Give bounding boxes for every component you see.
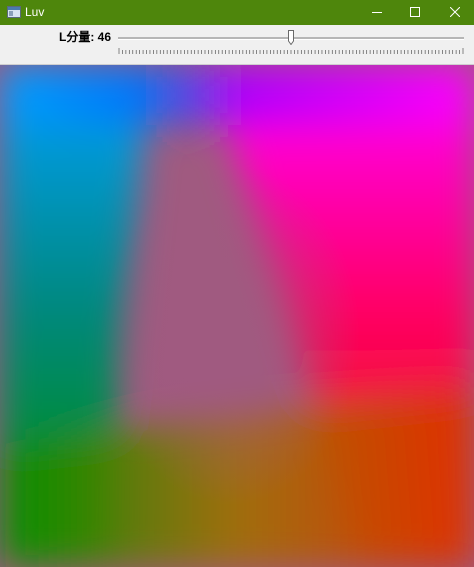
maximize-button[interactable]: [396, 0, 434, 25]
app-window-icon: [7, 5, 21, 19]
slider-thumb[interactable]: [288, 30, 295, 46]
maximize-icon: [410, 4, 420, 22]
title-bar[interactable]: Luv: [0, 0, 474, 25]
luv-color-canvas[interactable]: [0, 65, 474, 567]
window-title: Luv: [25, 5, 45, 19]
close-button[interactable]: [436, 0, 474, 25]
l-component-slider[interactable]: [118, 29, 464, 59]
minimize-button[interactable]: [358, 0, 396, 25]
l-component-label: L分量: 46: [59, 30, 112, 44]
toolbar: L分量: 46: [0, 25, 474, 65]
slider-ticks: [118, 48, 464, 54]
close-icon: [449, 4, 461, 22]
luv-window: Luv L分量: 46: [0, 0, 474, 567]
minimize-icon: [372, 4, 382, 22]
